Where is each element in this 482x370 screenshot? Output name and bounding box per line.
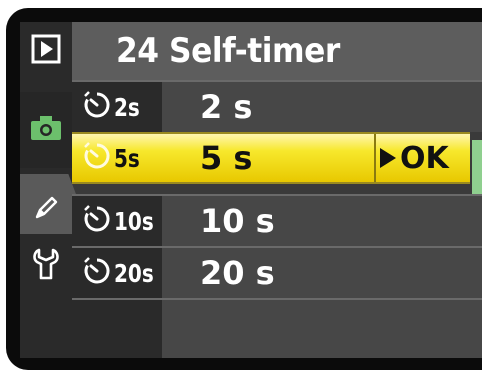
self-timer-icon bbox=[82, 256, 112, 290]
menu-screen: 24 Self-timer 2s 2 s 5s 5 s OK 10s 10 s … bbox=[20, 22, 482, 358]
option-code: 10s bbox=[114, 206, 154, 236]
option-20s[interactable]: 20s 20 s bbox=[72, 246, 482, 298]
right-arrow-icon bbox=[380, 148, 396, 168]
menu-tabs bbox=[20, 22, 82, 358]
option-icon-cell: 5s bbox=[72, 134, 162, 182]
self-timer-icon bbox=[82, 141, 112, 175]
self-timer-icon bbox=[82, 204, 112, 238]
option-code: 5s bbox=[114, 143, 140, 173]
option-value: 20 s bbox=[200, 254, 275, 292]
option-value: 5 s bbox=[200, 139, 253, 177]
empty-row bbox=[72, 298, 482, 358]
option-value: 2 s bbox=[200, 88, 253, 126]
tab-playback[interactable] bbox=[20, 22, 72, 80]
camera-icon bbox=[29, 114, 63, 146]
option-code: 20s bbox=[114, 258, 154, 288]
play-icon bbox=[31, 34, 61, 68]
pencil-icon bbox=[31, 193, 61, 227]
page-title: 24 Self-timer bbox=[116, 31, 340, 71]
ok-button[interactable]: OK bbox=[380, 134, 449, 182]
option-code: 2s bbox=[114, 92, 140, 122]
tab-shooting[interactable] bbox=[20, 92, 72, 168]
option-5s[interactable]: 5s 5 s OK bbox=[72, 132, 470, 184]
self-timer-icon bbox=[82, 90, 112, 124]
ok-divider bbox=[374, 134, 376, 182]
option-icon-cell: 20s bbox=[72, 248, 162, 298]
option-2s[interactable]: 2s 2 s bbox=[72, 80, 482, 132]
wrench-icon bbox=[31, 247, 61, 285]
ok-label: OK bbox=[400, 140, 449, 176]
option-10s[interactable]: 10s 10 s bbox=[72, 194, 482, 246]
option-icon-cell: 10s bbox=[72, 196, 162, 246]
tab-setup[interactable] bbox=[20, 234, 72, 298]
tab-empty bbox=[20, 298, 72, 358]
option-value: 10 s bbox=[200, 202, 275, 240]
empty-icon-cell bbox=[72, 300, 162, 358]
menu-header: 24 Self-timer bbox=[72, 22, 482, 80]
option-icon-cell: 2s bbox=[72, 82, 162, 132]
